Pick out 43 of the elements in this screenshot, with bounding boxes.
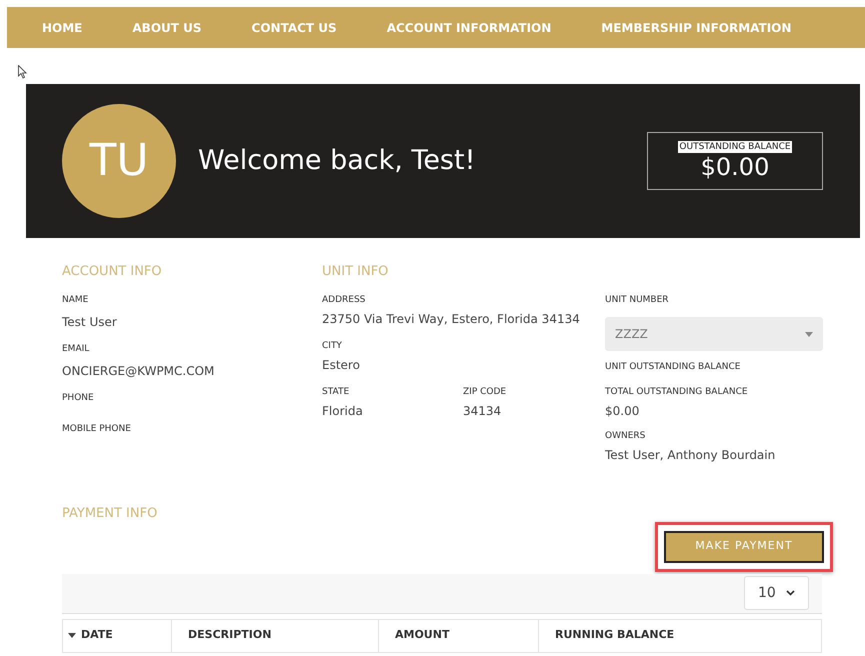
nav-link[interactable]: HOME bbox=[42, 18, 82, 36]
user-avatar: TU bbox=[62, 104, 176, 218]
section-heading: UNIT INFO bbox=[322, 263, 390, 281]
field-label: MOBILE PHONE bbox=[62, 424, 132, 434]
welcome-heading: Welcome back, Test! bbox=[198, 144, 476, 178]
page-size-select[interactable]: 10 bbox=[744, 576, 809, 610]
field-value: Test User bbox=[62, 314, 118, 330]
field-label: TOTAL OUTSTANDING BALANCE bbox=[605, 388, 749, 397]
field-label: OWNERS bbox=[605, 432, 646, 441]
section-heading: ACCOUNT INFO bbox=[62, 263, 163, 281]
column-header[interactable]: DATE bbox=[63, 620, 171, 652]
make-payment-button[interactable]: MAKE PAYMENT bbox=[664, 530, 824, 562]
field-value: Estero bbox=[322, 356, 361, 374]
unit-select[interactable]: ZZZZ bbox=[605, 317, 823, 351]
field-label: ZIP CODE bbox=[463, 388, 506, 396]
field-label: EMAIL bbox=[62, 344, 90, 354]
field-label: UNIT OUTSTANDING BALANCE bbox=[605, 363, 742, 372]
chevron-down-icon bbox=[786, 590, 795, 596]
dropdown-caret-icon bbox=[805, 332, 813, 336]
balance-label: OUTSTANDING BALANCE bbox=[678, 141, 792, 153]
field-label: NAME bbox=[62, 296, 90, 304]
field-value: Test User, Anthony Bourdain bbox=[605, 447, 776, 464]
sort-down-icon bbox=[68, 633, 76, 638]
field-value: Florida bbox=[322, 402, 364, 420]
section-heading: PAYMENT INFO bbox=[62, 505, 158, 523]
column-header[interactable]: RUNNING BALANCE bbox=[538, 620, 821, 652]
field-label: CITY bbox=[322, 342, 343, 350]
nav-link[interactable]: MEMBERSHIP INFORMATION bbox=[601, 18, 792, 36]
nav-link[interactable]: ACCOUNT INFORMATION bbox=[386, 18, 552, 36]
field-label: ADDRESS bbox=[322, 296, 366, 304]
field-label: PHONE bbox=[62, 394, 95, 402]
nav-link[interactable]: CONTACT US bbox=[252, 18, 337, 36]
field-label: UNIT NUMBER bbox=[605, 296, 670, 305]
column-header[interactable]: DESCRIPTION bbox=[171, 620, 378, 652]
nav-link[interactable]: ABOUT US bbox=[132, 18, 202, 36]
cursor-icon bbox=[18, 65, 27, 79]
field-value: 23750 Via Trevi Way, Estero, Florida 34134 bbox=[322, 310, 581, 328]
field-value: ONCIERGE@KWPMC.COM bbox=[62, 362, 216, 380]
column-header[interactable]: AMOUNT bbox=[378, 620, 538, 652]
balance-amount: $0.00 bbox=[700, 153, 770, 181]
field-label: STATE bbox=[322, 388, 350, 396]
field-value: 34134 bbox=[463, 402, 502, 420]
field-value: $0.00 bbox=[605, 403, 640, 420]
